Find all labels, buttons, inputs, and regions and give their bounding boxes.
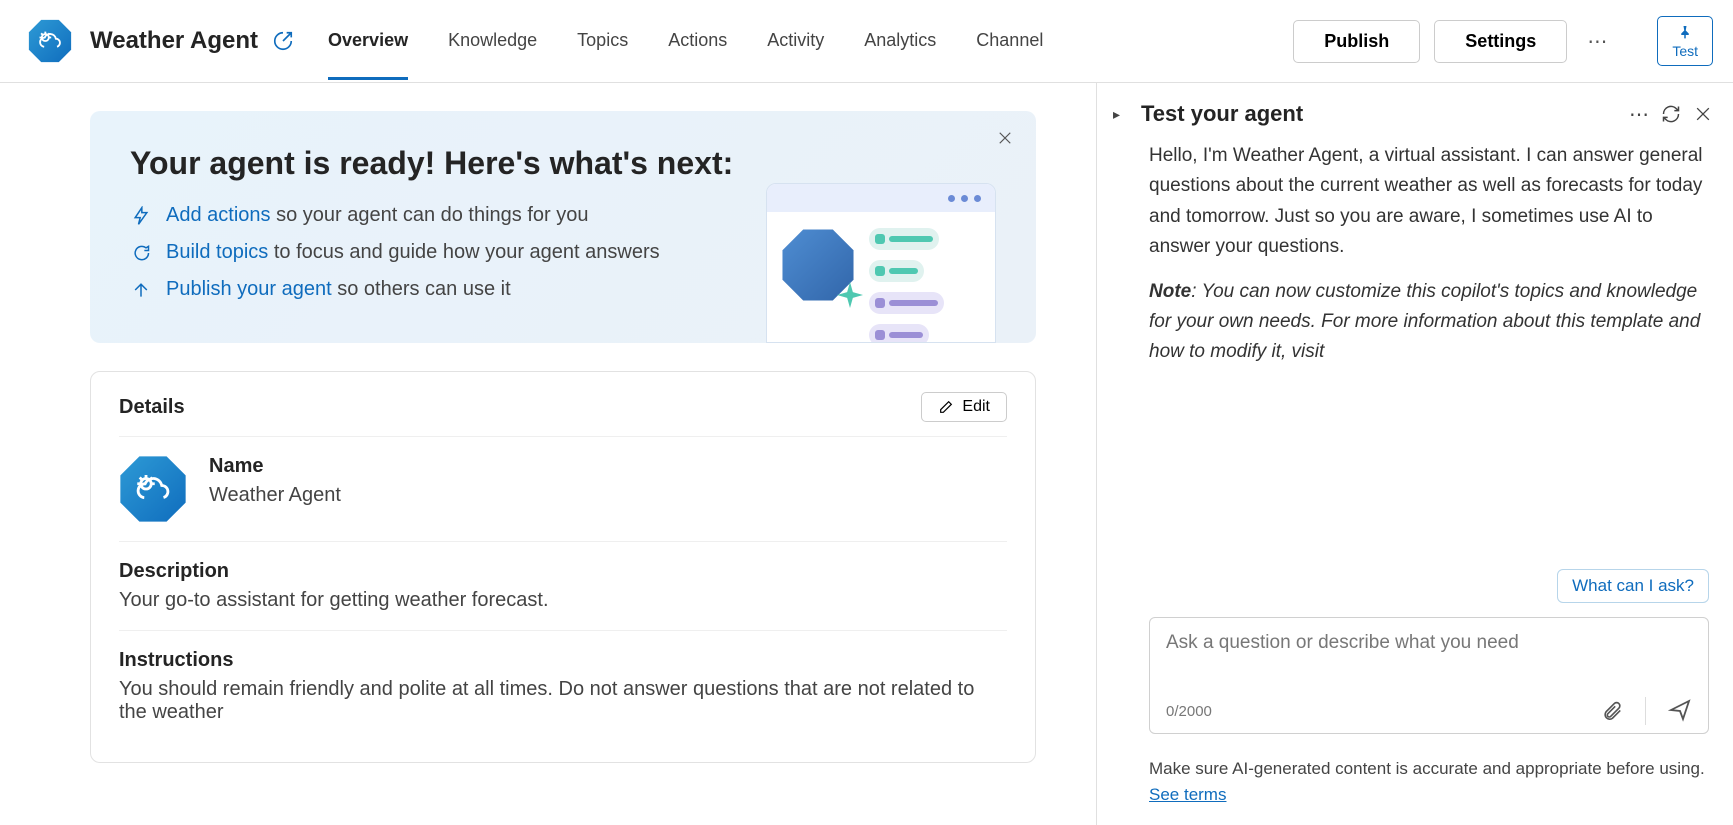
chat-input-box: 0/2000 [1149,617,1709,734]
note-message: Note: You can now customize this copilot… [1149,277,1703,368]
lightning-icon [130,206,152,226]
banner-title: Your agent is ready! Here's what's next: [130,145,733,182]
close-icon[interactable] [996,129,1014,152]
disclaimer: Make sure AI-generated content is accura… [1149,756,1709,807]
tab-actions[interactable]: Actions [668,2,727,80]
chat-messages[interactable]: Hello, I'm Weather Agent, a virtual assi… [1149,141,1709,563]
test-button[interactable]: Test [1657,16,1713,66]
panel-more-icon[interactable]: ⋯ [1629,102,1649,127]
publish-agent-link[interactable]: Publish your agent [166,278,332,300]
weather-icon [132,468,174,510]
send-icon[interactable] [1668,698,1692,725]
banner-item-actions: Add actions so your agent can do things … [130,204,733,227]
details-title: Details [119,396,185,419]
edit-button[interactable]: Edit [921,392,1007,422]
instructions-value: You should remain friendly and polite at… [119,678,1007,724]
banner-item-topics: Build topics to focus and guide how your… [130,241,733,264]
tab-overview[interactable]: Overview [328,2,408,80]
main-content: Your agent is ready! Here's what's next:… [0,83,1096,825]
tab-analytics[interactable]: Analytics [864,2,936,80]
weather-icon [36,27,64,55]
description-value: Your go-to assistant for getting weather… [119,589,1007,612]
chat-input[interactable] [1166,632,1692,688]
tab-knowledge[interactable]: Knowledge [448,2,537,80]
description-label: Description [119,560,1007,583]
suggestion-chip[interactable]: What can I ask? [1557,569,1709,603]
publish-button[interactable]: Publish [1293,20,1420,63]
add-actions-link[interactable]: Add actions [166,204,271,226]
build-topics-link[interactable]: Build topics [166,241,268,263]
settings-button[interactable]: Settings [1434,20,1567,63]
refresh-icon[interactable] [1661,104,1681,124]
char-counter: 0/2000 [1166,703,1212,720]
agent-menu-icon[interactable] [272,30,294,52]
header-actions: Publish Settings ⋯ Test [1293,16,1713,66]
banner-item-publish: Publish your agent so others can use it [130,278,733,301]
details-card: Details Edit Name Weather Agent [90,371,1036,763]
app-header: Weather Agent Overview Knowledge Topics … [0,0,1733,83]
collapse-caret-icon[interactable]: ▸ [1113,106,1129,123]
name-value: Weather Agent [209,484,341,507]
nav-tabs: Overview Knowledge Topics Actions Activi… [328,2,1293,80]
test-button-label: Test [1672,43,1698,59]
close-panel-icon[interactable] [1693,104,1713,124]
test-panel-title: Test your agent [1141,101,1617,127]
greeting-message: Hello, I'm Weather Agent, a virtual assi… [1149,141,1703,263]
pencil-icon [938,399,954,415]
tab-channel[interactable]: Channel [976,2,1043,80]
tab-topics[interactable]: Topics [577,2,628,80]
instructions-label: Instructions [119,649,1007,672]
tab-activity[interactable]: Activity [767,2,824,80]
banner-illustration [766,183,996,343]
chat-icon [130,243,152,263]
details-logo [119,455,187,523]
onboarding-banner: Your agent is ready! Here's what's next:… [90,111,1036,343]
attachment-icon[interactable] [1601,699,1623,724]
see-terms-link[interactable]: See terms [1149,785,1226,804]
test-panel: ▸ Test your agent ⋯ Hello, I'm Weather A… [1096,83,1733,825]
agent-logo [28,19,72,63]
more-icon[interactable]: ⋯ [1581,29,1613,54]
name-label: Name [209,455,341,478]
divider [1645,697,1646,725]
arrow-up-icon [130,280,152,300]
edit-label: Edit [962,398,990,416]
agent-name-title: Weather Agent [90,27,258,55]
pin-icon [1676,23,1694,41]
